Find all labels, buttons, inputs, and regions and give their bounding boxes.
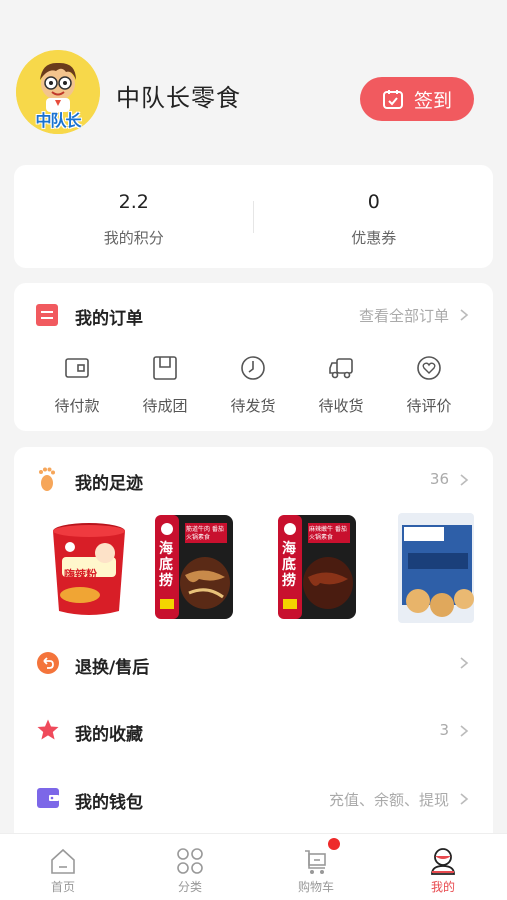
footprint-icon bbox=[39, 467, 55, 491]
order-pending-review[interactable]: 待评价 bbox=[389, 355, 469, 416]
order-item-label: 待付款 bbox=[54, 397, 100, 415]
calendar-check-icon bbox=[382, 90, 403, 109]
wallet-title[interactable]: 我的钱包 bbox=[75, 788, 143, 813]
shop-name: 中队长零食 bbox=[116, 84, 241, 112]
product-thumb-biscuits[interactable] bbox=[398, 513, 474, 623]
tab-label: 购物车 bbox=[297, 880, 334, 894]
heart-icon bbox=[417, 356, 441, 380]
wallet-actions: 充值、余额、提现 bbox=[328, 791, 449, 809]
profile-icon bbox=[431, 848, 455, 875]
chevron-right-icon bbox=[460, 793, 469, 805]
footprint-count[interactable]: 36 bbox=[430, 470, 449, 488]
avatar-logo-text: 中队长 bbox=[35, 111, 81, 130]
tab-label: 我的 bbox=[430, 880, 455, 894]
wallet-card-icon bbox=[37, 788, 59, 808]
services-card bbox=[14, 447, 493, 833]
signin-button[interactable]: 签到 bbox=[360, 77, 474, 121]
truck-icon bbox=[329, 358, 353, 379]
chevron-right-icon bbox=[460, 725, 469, 737]
avatar[interactable]: 中队长 bbox=[16, 50, 100, 134]
chevron-right-icon bbox=[460, 309, 469, 321]
profile-header: 中队长 中队长零食 签到 bbox=[0, 0, 507, 160]
product-image bbox=[398, 513, 474, 623]
product-brand-text: 海底捞 bbox=[159, 541, 173, 589]
product-sub-text: 麻辣嫩牛 番茄火锅素食 bbox=[309, 526, 347, 541]
order-pending-receipt[interactable]: 待收货 bbox=[301, 355, 381, 416]
coupons-stat[interactable]: 0 优惠券 bbox=[254, 165, 494, 268]
after-sales-title[interactable]: 退换/售后 bbox=[75, 653, 149, 678]
cart-badge bbox=[328, 838, 340, 850]
cart-icon bbox=[305, 850, 326, 874]
product-thumb-haidilao-2[interactable]: 海底捞 麻辣嫩牛 番茄火锅素食 bbox=[278, 513, 356, 623]
bottom-tab-bar: 首页 分类 购物车 我的 bbox=[0, 833, 507, 900]
points-label: 我的积分 bbox=[103, 229, 164, 247]
tab-label: 分类 bbox=[177, 880, 202, 894]
product-sub-text: 筋道牛肉 番茄火锅素食 bbox=[186, 526, 224, 541]
order-item-label: 待收货 bbox=[318, 397, 364, 415]
order-pending-payment[interactable]: 待付款 bbox=[37, 355, 117, 416]
home-icon bbox=[51, 848, 75, 874]
product-thumb-haidilao-1[interactable]: 海底捞 筋道牛肉 番茄火锅素食 bbox=[155, 513, 233, 623]
signin-label: 签到 bbox=[413, 89, 452, 112]
wallet-icon bbox=[65, 358, 89, 378]
product-brand-text: 嗨辣粉 bbox=[64, 568, 97, 581]
return-icon bbox=[37, 652, 59, 674]
points-value: 2.2 bbox=[118, 191, 149, 213]
order-pending-group[interactable]: 待成团 bbox=[125, 355, 205, 416]
group-icon bbox=[153, 356, 177, 380]
tab-label: 首页 bbox=[50, 880, 75, 894]
tab-category[interactable]: 分类 bbox=[127, 834, 253, 900]
order-item-label: 待评价 bbox=[406, 397, 452, 415]
favorites-count: 3 bbox=[439, 721, 449, 739]
tab-home[interactable]: 首页 bbox=[0, 834, 126, 900]
order-pending-shipment[interactable]: 待发货 bbox=[213, 355, 293, 416]
clock-icon bbox=[241, 356, 265, 380]
chevron-right-icon bbox=[460, 657, 469, 669]
favorites-title[interactable]: 我的收藏 bbox=[75, 720, 143, 745]
product-brand-text: 海底捞 bbox=[282, 541, 296, 589]
star-icon bbox=[37, 719, 59, 740]
orders-title: 我的订单 bbox=[75, 309, 143, 329]
orders-list-icon bbox=[36, 304, 58, 326]
points-stat[interactable]: 2.2 我的积分 bbox=[14, 165, 254, 268]
view-all-orders-link[interactable]: 查看全部订单 bbox=[359, 305, 449, 326]
tab-cart[interactable]: 购物车 bbox=[253, 834, 379, 900]
chevron-right-icon bbox=[460, 474, 469, 486]
product-thumb-noodles[interactable]: 嗨辣粉 bbox=[50, 513, 128, 623]
tab-mine[interactable]: 我的 bbox=[380, 834, 506, 900]
coupons-label: 优惠券 bbox=[351, 229, 397, 247]
order-item-label: 待成团 bbox=[142, 397, 188, 415]
points-card: 2.2 我的积分 0 优惠券 bbox=[14, 165, 493, 268]
coupons-value: 0 bbox=[367, 191, 380, 213]
footprint-title: 我的足迹 bbox=[75, 474, 143, 494]
order-item-label: 待发货 bbox=[230, 397, 276, 415]
category-icon bbox=[177, 848, 203, 874]
